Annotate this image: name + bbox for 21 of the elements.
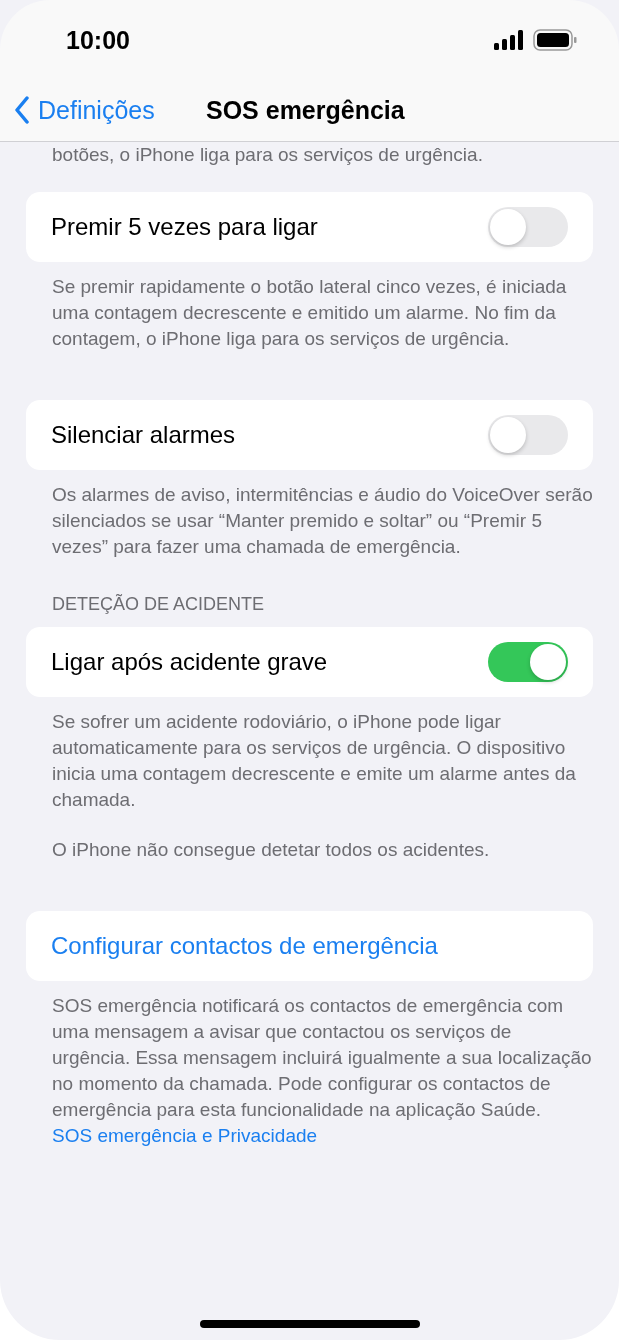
chevron-left-icon [14, 96, 30, 124]
footer-text: O iPhone não consegue detetar todos os acidentes. [51, 838, 491, 862]
footer-text: botões, o iPhone liga para os serviços de urgência. [51, 143, 484, 167]
setting-label: Silenciar alarmes [51, 421, 236, 449]
setting-label: Premir 5 vezes para ligar [51, 213, 318, 241]
toggle-switch[interactable] [488, 642, 568, 682]
setting-label: Ligar após acidente grave [51, 648, 328, 676]
battery-icon [533, 29, 577, 51]
toggle-switch[interactable] [488, 207, 568, 247]
back-button[interactable]: Definições [0, 95, 155, 125]
footer-text: Se sofrer um acidente rodoviário, o iPhone pode ligar automaticamente para os serviços de urgência. O dispositivo inicia uma contagem decrescente e emite um alarme antes da chamada. [51, 710, 577, 812]
toggle-switch[interactable] [488, 415, 568, 455]
section-header: DETEÇÃO DE ACIDENTE [51, 594, 266, 615]
page-title: SOS emergência [206, 95, 405, 125]
footer-text: Se premir rapidamente o botão lateral cinco vezes, é iniciada uma contagem decrescente e emitido um alarme. No fim da contagem, o iPhone liga para os serviços de urgência. [51, 275, 568, 351]
status-time: 10:00 [66, 25, 130, 55]
signal-icon [494, 30, 525, 50]
footer-text: Os alarmes de aviso, intermitências e áudio do VoiceOver serão silenciados se usar “Manter premido e soltar” ou “Premir 5 vezes” para fazer uma chamada de emergência. [51, 483, 594, 559]
privacy-link[interactable]: SOS emergência e Privacidade [0, 1123, 619, 1149]
setup-link[interactable]: Configurar contactos de emergência [51, 932, 438, 960]
footer-text: SOS emergência notificará os contactos de emergência com uma mensagem a avisar que contactou os serviços de urgência. Essa mensagem incluirá igualmente a sua localização no momento da chamada. Pode configurar os contactos de emergência para esta funcionalidade na aplicação Saúde. [51, 994, 593, 1122]
